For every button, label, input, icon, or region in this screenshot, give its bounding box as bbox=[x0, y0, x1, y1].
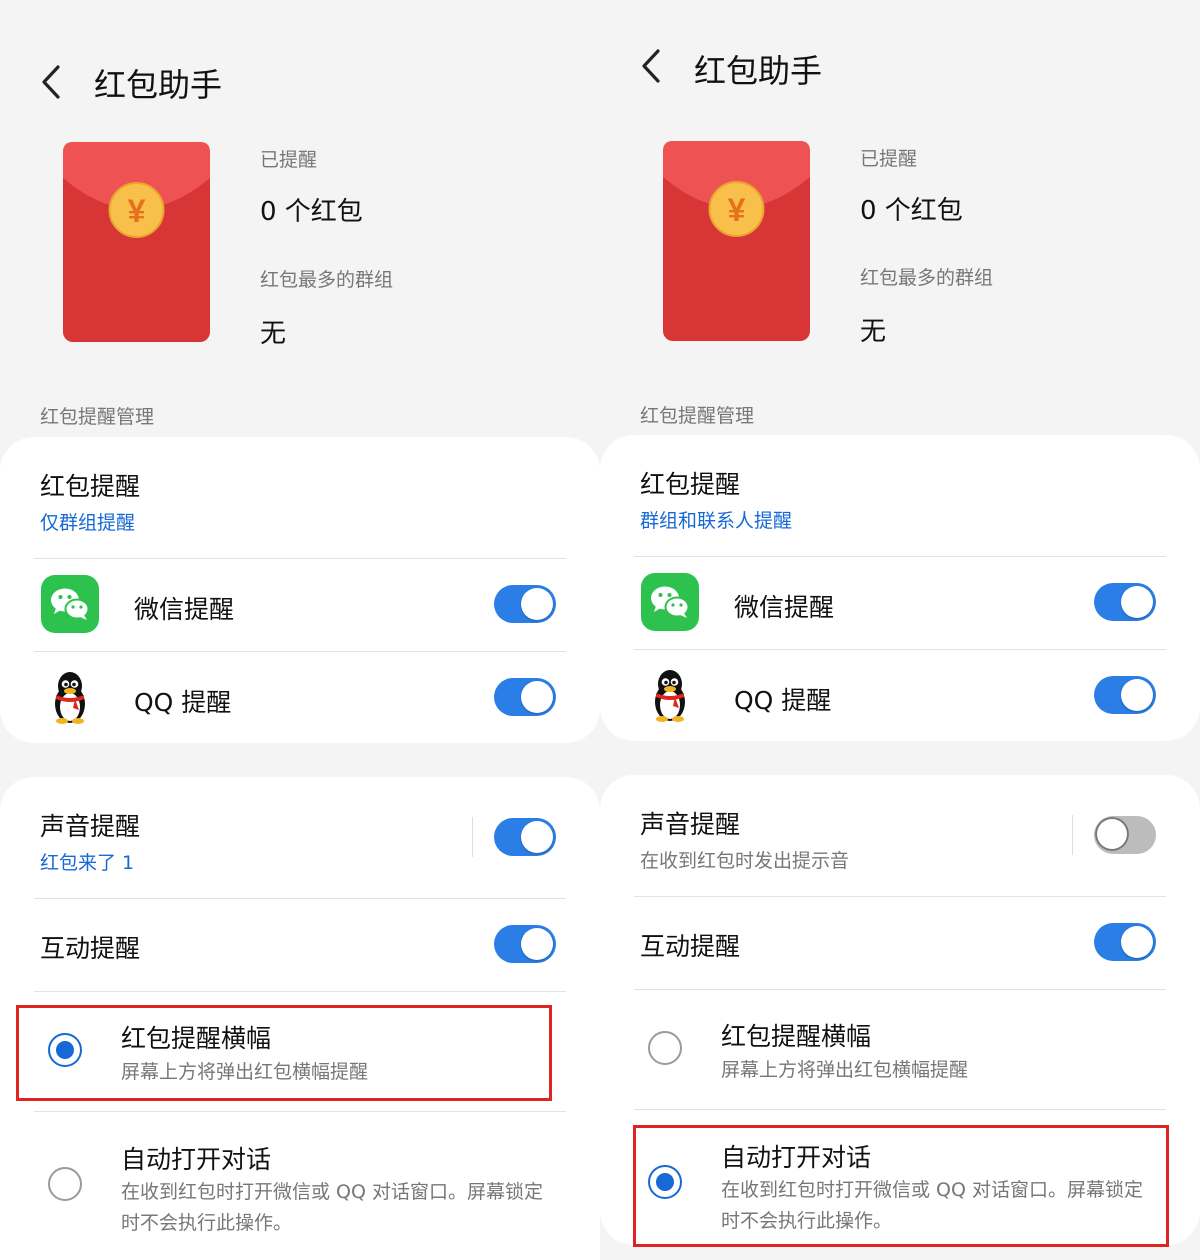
qq-reminder-label: QQ 提醒 bbox=[734, 686, 832, 715]
sound-reminder-title[interactable]: 声音提醒 bbox=[640, 805, 740, 841]
interaction-reminder-toggle[interactable] bbox=[1094, 923, 1156, 961]
red-packet-reminder-mode[interactable]: 群组和联系人提醒 bbox=[640, 506, 792, 533]
back-arrow-icon[interactable] bbox=[638, 46, 666, 86]
toggle-knob bbox=[1121, 926, 1153, 958]
toggle-knob bbox=[1121, 586, 1153, 618]
left-screen: 红包助手 ¥ 已提醒 0 个红包 红包最多的群组 无 红包提醒管理 红包提醒 仅… bbox=[0, 0, 600, 1260]
sound-reminder-subtitle[interactable]: 红包来了 1 bbox=[40, 848, 134, 875]
toggle-knob bbox=[521, 928, 553, 960]
section-header: 红包提醒管理 bbox=[40, 406, 155, 428]
red-envelope-icon: ¥ bbox=[63, 142, 210, 342]
section-header: 红包提醒管理 bbox=[640, 405, 755, 427]
divider bbox=[634, 1109, 1166, 1110]
divider bbox=[634, 556, 1166, 557]
back-arrow-icon[interactable] bbox=[38, 62, 66, 102]
toggle-knob bbox=[521, 821, 553, 853]
red-packet-reminder-mode[interactable]: 仅群组提醒 bbox=[40, 508, 135, 535]
right-screen: 红包助手 ¥ 已提醒 0 个红包 红包最多的群组 无 红包提醒管理 红包提醒 群… bbox=[600, 0, 1200, 1260]
top-group-label: 红包最多的群组 bbox=[260, 269, 394, 291]
highlight-box bbox=[16, 1005, 552, 1101]
vertical-divider bbox=[472, 817, 473, 857]
qq-reminder-toggle[interactable] bbox=[494, 678, 556, 716]
divider bbox=[34, 558, 566, 559]
top-group-label: 红包最多的群组 bbox=[860, 267, 994, 289]
yuan-symbol: ¥ bbox=[728, 192, 746, 228]
divider bbox=[34, 991, 566, 992]
reminder-card: 红包提醒 群组和联系人提醒 微信提醒 QQ 提醒 bbox=[600, 435, 1200, 741]
reminded-value: 0 个红包 bbox=[860, 196, 963, 226]
divider bbox=[634, 989, 1166, 990]
red-packet-reminder-title[interactable]: 红包提醒 bbox=[640, 465, 740, 501]
wechat-icon bbox=[41, 575, 99, 633]
qq-penguin-icon bbox=[55, 672, 85, 724]
reminder-card: 红包提醒 仅群组提醒 微信提醒 QQ 提醒 bbox=[0, 437, 600, 743]
toggle-knob bbox=[521, 681, 553, 713]
qq-reminder-label: QQ 提醒 bbox=[134, 688, 232, 717]
highlight-box bbox=[633, 1125, 1169, 1247]
wechat-icon bbox=[641, 573, 699, 631]
sound-reminder-toggle[interactable] bbox=[494, 818, 556, 856]
divider bbox=[34, 651, 566, 652]
interaction-reminder-title: 互动提醒 bbox=[640, 932, 741, 961]
divider bbox=[34, 1111, 566, 1112]
red-packet-reminder-title[interactable]: 红包提醒 bbox=[40, 467, 140, 503]
qq-reminder-toggle[interactable] bbox=[1094, 676, 1156, 714]
toggle-knob bbox=[521, 588, 553, 620]
red-envelope-icon: ¥ bbox=[663, 141, 810, 341]
top-group-value: 无 bbox=[860, 317, 887, 347]
divider bbox=[34, 898, 566, 899]
page-title: 红包助手 bbox=[694, 52, 823, 90]
wechat-reminder-label: 微信提醒 bbox=[134, 595, 235, 624]
toggle-knob bbox=[1095, 817, 1129, 851]
wechat-reminder-label: 微信提醒 bbox=[734, 593, 835, 622]
reminded-label: 已提醒 bbox=[860, 148, 918, 170]
auto-open-radio[interactable] bbox=[48, 1167, 82, 1201]
divider bbox=[634, 649, 1166, 650]
reminded-value: 0 个红包 bbox=[260, 197, 363, 227]
interaction-reminder-toggle[interactable] bbox=[494, 925, 556, 963]
yuan-symbol: ¥ bbox=[128, 193, 146, 229]
reminded-label: 已提醒 bbox=[260, 149, 318, 171]
page-title: 红包助手 bbox=[94, 66, 223, 104]
sound-reminder-title[interactable]: 声音提醒 bbox=[40, 807, 140, 843]
divider bbox=[634, 896, 1166, 897]
auto-open-option-desc: 在收到红包时打开微信或 QQ 对话窗口。屏幕锁定时不会执行此操作。 bbox=[121, 1181, 543, 1234]
sound-reminder-toggle[interactable] bbox=[1094, 816, 1156, 854]
banner-option-desc: 屏幕上方将弹出红包横幅提醒 bbox=[721, 1059, 969, 1081]
vertical-divider bbox=[1072, 815, 1073, 855]
auto-open-option-title[interactable]: 自动打开对话 bbox=[121, 1140, 271, 1176]
toggle-knob bbox=[1121, 679, 1153, 711]
wechat-reminder-toggle[interactable] bbox=[1094, 583, 1156, 621]
top-group-value: 无 bbox=[260, 319, 287, 349]
banner-option-title[interactable]: 红包提醒横幅 bbox=[721, 1017, 871, 1053]
sound-reminder-subtitle[interactable]: 在收到红包时发出提示音 bbox=[640, 846, 849, 873]
interaction-reminder-title: 互动提醒 bbox=[40, 934, 141, 963]
wechat-reminder-toggle[interactable] bbox=[494, 585, 556, 623]
qq-penguin-icon bbox=[655, 670, 685, 722]
banner-radio[interactable] bbox=[648, 1031, 682, 1065]
